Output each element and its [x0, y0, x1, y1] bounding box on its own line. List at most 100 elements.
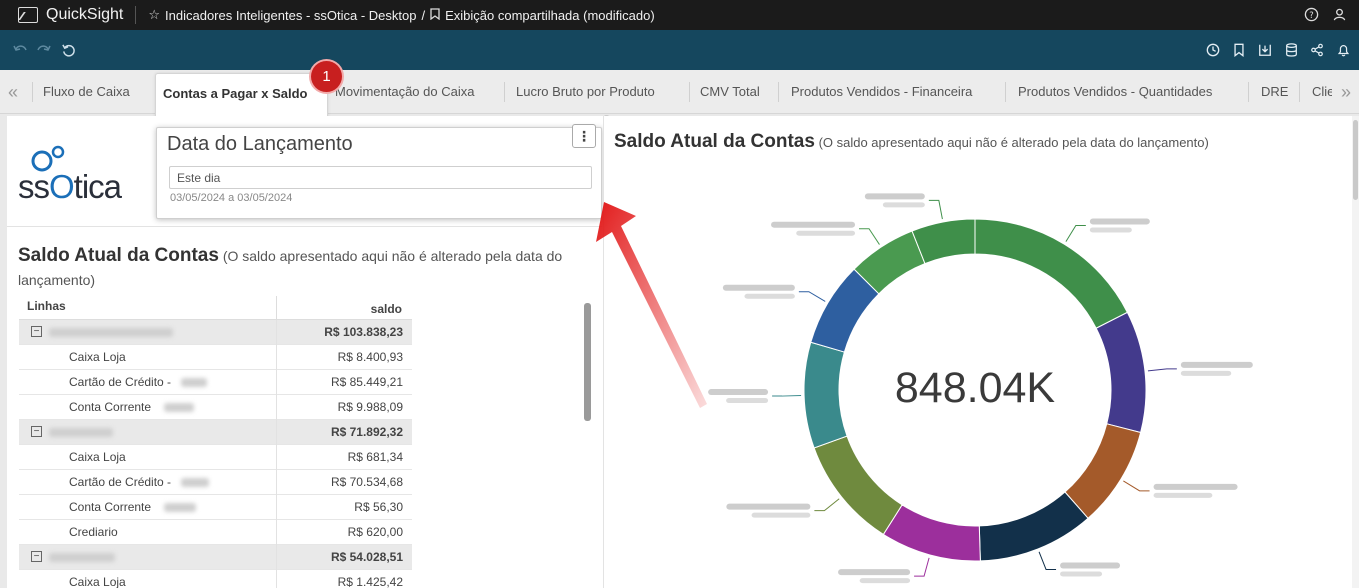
row-label: Caixa Loja: [69, 450, 126, 464]
dashboard-toolbar: [0, 30, 1359, 70]
donut-leader-line: [914, 557, 930, 577]
quicksight-logo-icon: [18, 7, 38, 23]
tab-divider: [1248, 82, 1249, 102]
date-filter-control: Data do Lançamento Este dia 03/05/2024 a…: [156, 124, 602, 219]
table-row[interactable]: Cartão de Crédito - R$ 70.534,68: [19, 470, 412, 495]
table-group-row[interactable]: − R$ 71.892,32: [19, 420, 412, 445]
tabs-scroll-left-icon[interactable]: «: [8, 82, 18, 103]
table-row[interactable]: Caixa Loja R$ 1.425,42: [19, 570, 412, 588]
collapse-icon[interactable]: −: [31, 426, 42, 437]
donut-slice[interactable]: [978, 491, 1089, 562]
download-icon[interactable]: [1257, 42, 1273, 58]
tab-movimentacao-do-caixa[interactable]: Movimentação do Caixa: [335, 84, 474, 99]
filter-title: Data do Lançamento: [167, 133, 353, 155]
table-row[interactable]: Crediario R$ 620,00: [19, 520, 412, 545]
app-name: QuickSight: [46, 6, 124, 23]
donut-label-redacted: [859, 578, 911, 584]
tab-divider: [32, 82, 33, 102]
tab-dre[interactable]: DRE: [1261, 84, 1288, 99]
group-value: R$ 71.892,32: [330, 425, 403, 439]
donut-label-redacted: [1153, 492, 1213, 498]
donut-leader-line: [798, 291, 826, 302]
donut-label-redacted: [708, 389, 769, 396]
pivot-table: Linhas saldo − R$ 103.838,23 Caixa Loja …: [19, 296, 412, 588]
donut-label-redacted: [751, 512, 811, 518]
date-filter-select[interactable]: Este dia: [169, 166, 592, 189]
table-row[interactable]: Conta Corrente R$ 56,30: [19, 495, 412, 520]
donut-leader-line: [772, 394, 802, 397]
row-label: Caixa Loja: [69, 350, 126, 364]
column-header-linhas[interactable]: Linhas: [27, 299, 66, 313]
left-panel-title: Saldo Atual da Contas (O saldo apresenta…: [18, 244, 588, 292]
user-icon[interactable]: [1331, 6, 1347, 22]
row-value: R$ 85.449,21: [330, 375, 403, 389]
left-panel-title-main: Saldo Atual da Contas: [18, 245, 219, 266]
row-value: R$ 681,34: [347, 450, 403, 464]
table-group-row[interactable]: − R$ 103.838,23: [19, 320, 412, 345]
donut-label-redacted: [838, 569, 911, 576]
step-badge: 1: [311, 61, 342, 92]
row-value: R$ 70.534,68: [330, 475, 403, 489]
brand-logo-prefix: ss: [18, 168, 50, 205]
donut-slice[interactable]: [1095, 311, 1147, 434]
donut-leader-line: [859, 228, 880, 245]
donut-label-redacted: [726, 398, 769, 404]
row-value: R$ 620,00: [347, 525, 403, 539]
group-value: R$ 103.838,23: [324, 325, 403, 339]
bookmark-icon[interactable]: [1231, 42, 1247, 58]
donut-slice[interactable]: [813, 435, 903, 536]
dataset-icon[interactable]: [1283, 42, 1299, 58]
donut-slice[interactable]: [1064, 423, 1142, 519]
brand-logo-suffix: tica: [73, 168, 122, 205]
table-row[interactable]: Caixa Loja R$ 8.400,93: [19, 345, 412, 370]
donut-label-redacted: [722, 284, 795, 291]
notification-bell-icon[interactable]: [1335, 42, 1351, 58]
donut-label-redacted: [796, 230, 856, 236]
row-label: Cartão de Crédito -: [69, 375, 172, 389]
donut-leader-line: [1123, 480, 1150, 492]
tab-divider: [689, 82, 690, 102]
annotation-arrow: [596, 202, 707, 408]
tab-cmv-total[interactable]: CMV Total: [700, 84, 760, 99]
filter-date-range: 03/05/2024 a 03/05/2024: [170, 192, 293, 204]
group-label-redacted: [49, 550, 115, 564]
help-icon[interactable]: ?: [1303, 6, 1319, 22]
donut-center-value: 848.04K: [894, 364, 1056, 412]
column-header-saldo[interactable]: saldo: [371, 302, 402, 316]
row-label: Conta Corrente: [69, 500, 152, 514]
tabs-scroll-right-icon[interactable]: »: [1341, 82, 1351, 103]
collapse-icon[interactable]: −: [31, 326, 42, 337]
donut-slice[interactable]: [803, 341, 848, 449]
tab-produtos-vendidos-financeira[interactable]: Produtos Vendidos - Financeira: [791, 84, 972, 99]
schedule-clock-icon[interactable]: [1205, 42, 1221, 58]
donut-label-redacted: [864, 193, 925, 200]
divider: [135, 6, 137, 24]
right-scrollbar[interactable]: [1352, 116, 1359, 588]
tab-contas-a-pagar-x-saldo[interactable]: Contas a Pagar x Saldo: [155, 73, 328, 119]
undo-icon[interactable]: [12, 42, 28, 58]
donut-label-redacted: [1060, 571, 1103, 577]
redo-icon[interactable]: [36, 42, 52, 58]
tab-lucro-bruto-por-produto[interactable]: Lucro Bruto por Produto: [516, 84, 655, 99]
breadcrumb-dashboard-title[interactable]: Indicadores Inteligentes - ssOtica - Des…: [165, 8, 416, 23]
brand-logo-o: O: [49, 168, 75, 205]
tab-clientes-truncated[interactable]: Clie: [1312, 84, 1332, 99]
table-group-row[interactable]: − R$ 54.028,51: [19, 545, 412, 570]
donut-label-redacted: [882, 202, 925, 208]
reset-icon[interactable]: [60, 42, 76, 58]
table-header: Linhas saldo: [19, 296, 412, 320]
donut-slice[interactable]: [974, 218, 1129, 329]
table-row[interactable]: Conta Corrente R$ 9.988,09: [19, 395, 412, 420]
table-row[interactable]: Caixa Loja R$ 681,34: [19, 445, 412, 470]
breadcrumb-view-name[interactable]: Exibição compartilhada (modificado): [445, 8, 655, 23]
share-icon[interactable]: [1309, 42, 1325, 58]
table-row[interactable]: Cartão de Crédito - R$ 85.449,21: [19, 370, 412, 395]
donut-label-redacted: [1060, 562, 1121, 569]
star-icon[interactable]: ☆: [148, 7, 160, 23]
more-options-icon[interactable]: ⋮: [572, 124, 596, 148]
tab-produtos-vendidos-quantidades[interactable]: Produtos Vendidos - Quantidades: [1018, 84, 1212, 99]
donut-slice[interactable]: [882, 504, 981, 562]
tab-fluxo-de-caixa[interactable]: Fluxo de Caixa: [43, 84, 130, 99]
quicksight-logo[interactable]: QuickSight: [18, 6, 123, 24]
collapse-icon[interactable]: −: [31, 551, 42, 562]
